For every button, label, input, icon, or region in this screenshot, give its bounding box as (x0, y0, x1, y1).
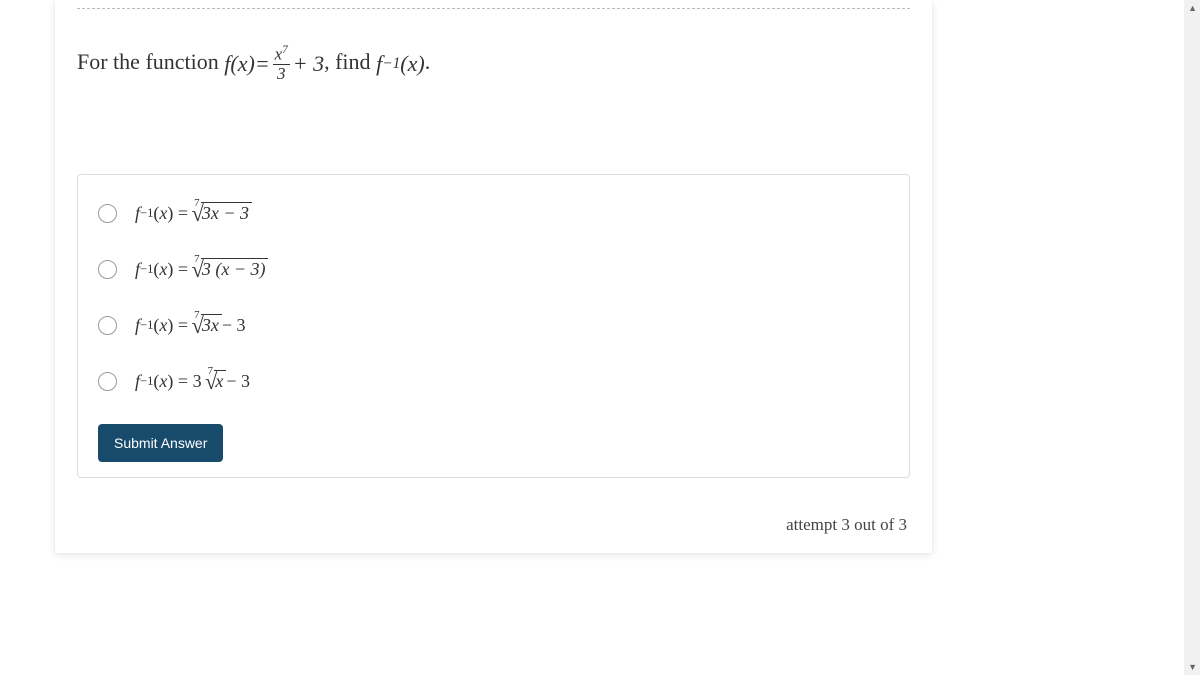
option-d-math: f−1(x) = 3 7 √ x − 3 (135, 368, 250, 394)
fraction-denominator: 3 (275, 65, 288, 84)
root: 7 √ x (202, 368, 227, 394)
attempt-counter: attempt 3 out of 3 (55, 500, 932, 553)
vertical-scrollbar[interactable]: ▲ ▼ (1184, 0, 1200, 675)
finv-x: x (408, 51, 418, 77)
scroll-down-icon[interactable]: ▼ (1188, 662, 1197, 672)
fraction-numerator: x7 (273, 44, 290, 65)
radio-button[interactable] (98, 372, 117, 391)
question-math: f(x) = x7 3 + 3 (224, 44, 324, 84)
finv-exp: −1 (382, 55, 400, 73)
root: 7 √ 3 (x − 3) (188, 256, 268, 282)
finv-expr: f−1(x) (376, 51, 425, 77)
radio-button[interactable] (98, 260, 117, 279)
equals: = (255, 51, 270, 77)
finv-open: ( (400, 51, 407, 77)
finv-close: ) (417, 51, 424, 77)
option-c[interactable]: f−1(x) = 7 √ 3x − 3 (98, 312, 889, 338)
option-a-math: f−1(x) = 7 √ 3x − 3 (135, 200, 252, 226)
paren-open: ( (230, 51, 237, 77)
option-c-math: f−1(x) = 7 √ 3x − 3 (135, 312, 246, 338)
option-b-math: f−1(x) = 7 √ 3 (x − 3) (135, 256, 268, 282)
fraction: x7 3 (273, 44, 290, 84)
radio-button[interactable] (98, 316, 117, 335)
submit-button[interactable]: Submit Answer (98, 424, 223, 462)
question-card: For the function f(x) = x7 3 + 3 , find … (55, 0, 932, 553)
root: 7 √ 3x − 3 (188, 200, 252, 226)
question-mid: , find (324, 49, 376, 74)
option-d[interactable]: f−1(x) = 3 7 √ x − 3 (98, 368, 889, 394)
paren-close: ) (247, 51, 254, 77)
radio-button[interactable] (98, 204, 117, 223)
question-prefix: For the function (77, 49, 224, 74)
scroll-up-icon[interactable]: ▲ (1188, 3, 1197, 13)
question-period: . (425, 49, 431, 74)
option-b[interactable]: f−1(x) = 7 √ 3 (x − 3) (98, 256, 889, 282)
question-text: For the function f(x) = x7 3 + 3 , find … (55, 9, 932, 174)
plus-three: + 3 (293, 51, 324, 77)
answers-box: f−1(x) = 7 √ 3x − 3 f−1(x) = 7 √ 3 (x − … (77, 174, 910, 478)
root: 7 √ 3x (188, 312, 222, 338)
option-a[interactable]: f−1(x) = 7 √ 3x − 3 (98, 200, 889, 226)
